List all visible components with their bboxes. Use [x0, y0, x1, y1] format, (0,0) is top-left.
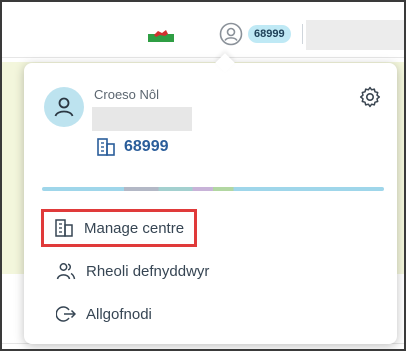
logout-icon — [56, 306, 76, 322]
logout-label: Allgofnodi — [86, 305, 152, 323]
user-account-icon[interactable] — [219, 22, 243, 46]
manage-users-menu-item[interactable]: Rheoli defnyddwyr — [44, 257, 209, 285]
welcome-text: Croeso Nôl — [94, 87, 160, 102]
redacted-user-name — [92, 107, 192, 131]
account-dropdown: Croeso Nôl 68999 Manage centre Rheoli de… — [24, 63, 397, 344]
topbar-divider — [302, 24, 303, 44]
building-icon — [97, 138, 115, 156]
centre-number-badge[interactable]: 68999 — [248, 25, 291, 43]
centre-number: 68999 — [124, 138, 169, 155]
person-icon — [54, 97, 74, 117]
logout-menu-item[interactable]: Allgofnodi — [44, 300, 152, 328]
manage-centre-label: Manage centre — [84, 219, 185, 237]
manage-centre-menu-item[interactable]: Manage centre — [41, 209, 198, 247]
gear-icon[interactable] — [358, 85, 382, 109]
redacted-user-name — [306, 20, 406, 50]
centre-code: 68999 — [96, 137, 169, 157]
top-bar: 68999 — [2, 2, 406, 58]
avatar — [44, 87, 84, 127]
users-icon — [56, 263, 76, 280]
colored-divider — [42, 187, 384, 191]
welsh-flag-icon[interactable] — [148, 26, 174, 42]
building-icon — [55, 219, 73, 237]
manage-users-label: Rheoli defnyddwyr — [86, 262, 210, 280]
